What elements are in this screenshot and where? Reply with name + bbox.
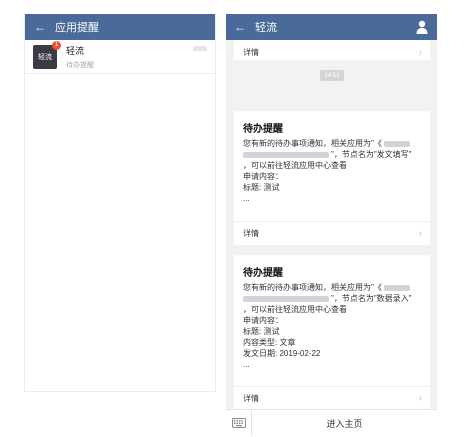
redacted-text [243, 295, 329, 302]
unread-badge: 1 [52, 40, 61, 50]
detail-label: 详情 [243, 47, 259, 57]
redacted-text [383, 284, 410, 291]
enter-home-button[interactable]: 进入主页 [252, 417, 437, 430]
todo-card-body: 待办提醒 您有新的待办事项通知，相关应用为"《 "，节点名为"数据录入" ，可以… [234, 255, 430, 370]
user-icon[interactable] [416, 20, 428, 34]
avatar-text: 轻流 [38, 53, 52, 61]
detail-link[interactable]: 详情 › [234, 221, 430, 245]
conversation-time-blurred [193, 46, 207, 51]
chevron-right-icon: › [418, 393, 422, 404]
card-line: 申请内容： [243, 316, 283, 325]
message-timestamp: 14:53 [320, 70, 344, 81]
card-line: ... [243, 194, 250, 203]
back-arrow-icon[interactable]: ← [33, 20, 47, 34]
conversation-text: 轻流 待办提醒 [66, 44, 94, 70]
card-line: "，节点名为"发文填写" [243, 149, 421, 160]
todo-card: 待办提醒 您有新的待办事项通知，相关应用为"《 "，节点名为"数据录入" ，可以… [234, 255, 430, 410]
card-line: 您有新的待办事项通知，相关应用为"《 [243, 138, 421, 149]
detail-label: 详情 [243, 394, 259, 403]
card-line: 发文日期: 2019-02-22 [243, 349, 321, 358]
detail-link[interactable]: 详情 › [234, 386, 430, 410]
todo-card: 待办提醒 您有新的待办事项通知，相关应用为"《 "，节点名为"发文填写" ，可以… [234, 111, 430, 245]
card-line: ，可以前往轻流应用中心查看 [243, 305, 347, 314]
card-line: "，节点名为"数据录入" [243, 293, 421, 304]
card-title: 待办提醒 [243, 124, 283, 135]
card-line: 标题: 测试 [243, 183, 280, 192]
chevron-right-icon: › [418, 46, 422, 58]
card-title: 待办提醒 [243, 268, 283, 279]
right-header: ← 轻流 [226, 14, 437, 40]
avatar: 轻流 1 [33, 40, 61, 69]
conversation-name: 轻流 [66, 45, 85, 56]
redacted-text [243, 151, 329, 158]
conversation-item[interactable]: 轻流 1 轻流 待办提醒 [25, 40, 215, 74]
bottom-bar: 进入主页 [226, 409, 437, 436]
detail-link[interactable]: 详情 › [234, 40, 430, 64]
detail-label: 详情 [243, 229, 259, 238]
card-line: 申请内容： [243, 172, 283, 181]
redacted-text [383, 140, 410, 147]
right-header-title: 轻流 [255, 22, 277, 34]
conversation-subtitle: 待办提醒 [66, 61, 94, 69]
card-line: 内容类型: 文章 [243, 338, 296, 347]
card-line: ... [243, 360, 250, 369]
back-arrow-icon[interactable]: ← [233, 20, 247, 34]
keyboard-icon[interactable] [226, 409, 252, 436]
chevron-right-icon: › [418, 228, 422, 239]
card-line: 标题: 测试 [243, 327, 280, 336]
card-line: ，可以前往轻流应用中心查看 [243, 161, 347, 170]
card-line: 您有新的待办事项通知，相关应用为"《 [243, 282, 421, 293]
previous-message-card: 详情 › [234, 40, 430, 60]
left-header-title: 应用提醒 [55, 22, 99, 34]
todo-card-body: 待办提醒 您有新的待办事项通知，相关应用为"《 "，节点名为"发文填写" ，可以… [234, 111, 430, 204]
left-header: ← 应用提醒 [25, 14, 215, 40]
left-screen: ← 应用提醒 轻流 1 轻流 待办提醒 [24, 14, 216, 392]
right-screen: ← 轻流 详情 › 14:53 待办提醒 您有新的待办事项通知，相关应用为"《 … [226, 14, 437, 436]
